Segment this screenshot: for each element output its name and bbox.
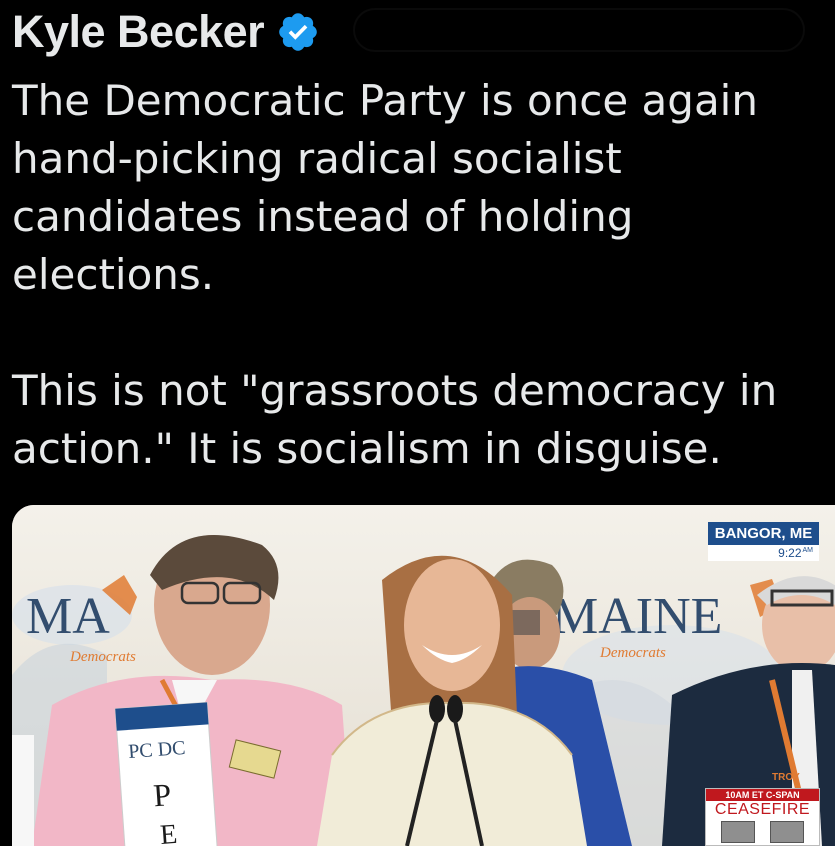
time-value: 9:22 (778, 546, 802, 560)
backdrop-subtext-right: Democrats (599, 645, 666, 661)
backdrop-text-left: MA (26, 588, 110, 645)
tweet-paragraph-2: This is not "grassroots democracy in act… (12, 366, 778, 473)
sign-letter-2: E (159, 819, 178, 846)
redacted-handle (355, 10, 803, 50)
author-name[interactable]: Kyle Becker (12, 6, 265, 58)
promo-thumbnail (769, 821, 804, 843)
verified-badge-icon[interactable] (276, 10, 320, 54)
tweet-paragraph-1: The Democratic Party is once again hand-… (12, 76, 758, 299)
time-suffix: AM (802, 547, 814, 554)
time-label: 9:22AM (708, 545, 819, 561)
location-label: BANGOR, ME (708, 522, 819, 545)
promo-title: CEASEFIRE (714, 801, 811, 818)
lanyard-text: TROY (772, 772, 800, 783)
tweet-header: Kyle Becker (12, 4, 320, 60)
cspan-location-bug: BANGOR, ME 9:22AM (708, 522, 819, 561)
cspan-promo: 10AM ET C-SPAN CEASEFIRE (705, 788, 820, 846)
tweet-text: The Democratic Party is once again hand-… (12, 72, 827, 478)
backdrop-subtext-left: Democrats (69, 649, 136, 665)
sign-text: PC DC (128, 737, 187, 763)
sign-letter-1: P (152, 776, 172, 813)
promo-thumbnails (706, 819, 819, 845)
promo-header: 10AM ET C-SPAN (706, 789, 819, 801)
backdrop-text-right: MAINE (552, 588, 722, 645)
promo-thumbnail (721, 821, 756, 843)
